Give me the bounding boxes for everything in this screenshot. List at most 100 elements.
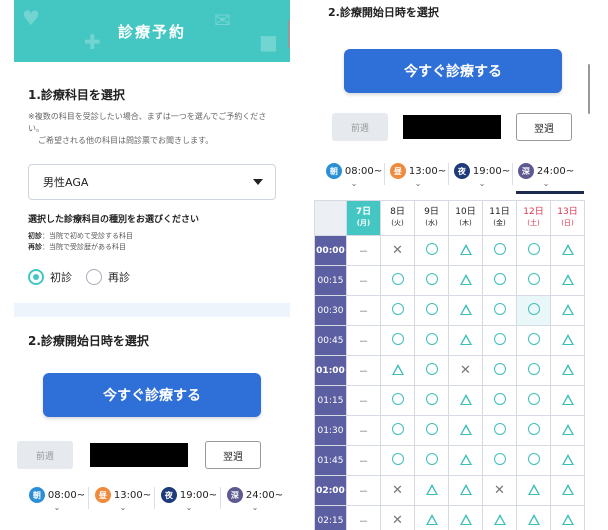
day-header[interactable]: 12日 (土): [516, 200, 551, 236]
slot-cell[interactable]: [380, 325, 415, 356]
scrollbar[interactable]: [588, 64, 590, 114]
slot-cell[interactable]: [380, 265, 415, 296]
slot-cell[interactable]: [448, 265, 483, 296]
slot-cell[interactable]: [448, 505, 483, 530]
slot-cell[interactable]: [380, 295, 415, 326]
slot-cell[interactable]: [482, 235, 517, 266]
prev-week-button[interactable]: 前週: [332, 113, 388, 141]
radio-revisit[interactable]: 再診: [86, 269, 130, 285]
chevron-down-icon: ⌄: [542, 179, 550, 188]
slot-cell[interactable]: [414, 505, 449, 530]
slot-cell[interactable]: [380, 385, 415, 416]
slot-cell[interactable]: [516, 295, 551, 326]
slot-cell[interactable]: [448, 445, 483, 476]
time-tab[interactable]: 深 24:00~ ⌄: [220, 487, 288, 512]
slot-cell[interactable]: [516, 325, 551, 356]
day-header[interactable]: 11日 (金): [482, 200, 517, 236]
time-tab[interactable]: 夜 19:00~ ⌄: [448, 163, 514, 188]
slot-cell[interactable]: [550, 325, 585, 356]
slot-cell: ✕: [448, 355, 483, 386]
time-tab[interactable]: 昼 13:00~ ⌄: [88, 487, 156, 512]
radio-first-visit[interactable]: 初診: [28, 269, 72, 285]
slot-cell[interactable]: [550, 265, 585, 296]
radio-checked-icon[interactable]: [28, 269, 44, 285]
slot-cell[interactable]: [414, 475, 449, 506]
slot-cell[interactable]: [516, 475, 551, 506]
time-tab-time: 19:00~: [179, 489, 218, 501]
day-header[interactable]: 13日 (日): [550, 200, 585, 236]
slot-cell[interactable]: [516, 445, 551, 476]
day-header[interactable]: 7日 (月): [346, 200, 381, 236]
kind-re-desc: ：当院で受診歴がある科目: [42, 243, 126, 251]
next-week-button[interactable]: 翌週: [205, 441, 261, 469]
triangle-few-icon: [459, 333, 472, 345]
visit-kind-radios: 初診 再診: [28, 269, 276, 285]
slot-cell[interactable]: [482, 415, 517, 446]
day-header[interactable]: 9日 (水): [414, 200, 449, 236]
slot-cell[interactable]: [516, 235, 551, 266]
slot-cell[interactable]: [516, 355, 551, 386]
slot-cell[interactable]: [414, 265, 449, 296]
slot-cell[interactable]: [550, 505, 585, 530]
slot-cell[interactable]: [482, 505, 517, 530]
slot-cell[interactable]: [516, 265, 551, 296]
table-row: 00:45 －: [314, 325, 585, 356]
slot-cell: －: [346, 415, 381, 446]
day-header[interactable]: 8日 (火): [380, 200, 415, 236]
slot-cell[interactable]: [482, 265, 517, 296]
slot-cell[interactable]: [516, 415, 551, 446]
slot-cell[interactable]: [550, 355, 585, 386]
time-tab[interactable]: 深 24:00~ ⌄: [512, 163, 584, 194]
slot-cell[interactable]: [550, 445, 585, 476]
slot-cell[interactable]: [550, 295, 585, 326]
slot-cell[interactable]: [448, 475, 483, 506]
slot-cell[interactable]: [448, 295, 483, 326]
slot-cell[interactable]: [414, 445, 449, 476]
slot-cell[interactable]: [448, 385, 483, 416]
time-tab[interactable]: 朝 08:00~ ⌄: [322, 163, 386, 188]
slot-cell[interactable]: [550, 415, 585, 446]
slot-cell[interactable]: [380, 355, 415, 386]
time-tab[interactable]: 朝 08:00~ ⌄: [24, 487, 90, 512]
slot-cell[interactable]: [414, 235, 449, 266]
scrollbar[interactable]: [288, 20, 290, 48]
slot-cell[interactable]: [414, 325, 449, 356]
consult-now-button[interactable]: 今すぐ診療する: [43, 373, 261, 417]
slot-cell[interactable]: [414, 295, 449, 326]
slot-cell[interactable]: [380, 445, 415, 476]
day-of-week: (日): [561, 219, 574, 227]
slot-cell[interactable]: [550, 235, 585, 266]
slot-cell[interactable]: [482, 355, 517, 386]
dash-icon: －: [358, 247, 369, 258]
consult-now-button[interactable]: 今すぐ診療する: [344, 49, 562, 93]
slot-cell[interactable]: [414, 385, 449, 416]
time-badge: 朝: [28, 487, 45, 503]
circle-available-icon: [527, 273, 540, 285]
slot-cell[interactable]: [414, 415, 449, 446]
time-tab[interactable]: 夜 19:00~ ⌄: [154, 487, 222, 512]
slot-cell[interactable]: [482, 295, 517, 326]
time-tab[interactable]: 昼 13:00~ ⌄: [384, 163, 450, 188]
radio-unchecked-icon[interactable]: [86, 269, 102, 285]
slot-cell[interactable]: [448, 415, 483, 446]
slot-cell[interactable]: [482, 445, 517, 476]
slot-cell[interactable]: [516, 385, 551, 416]
slot-cell[interactable]: [380, 415, 415, 446]
left-panel: ♥ ✚ ✉ ■ 診療予約 1.診療科目を選択 ※複数の科目を受診したい場合、まず…: [14, 0, 290, 530]
slot-cell[interactable]: [448, 325, 483, 356]
slot-cell[interactable]: [448, 235, 483, 266]
next-week-button[interactable]: 翌週: [516, 113, 572, 141]
slot-cell[interactable]: [482, 325, 517, 356]
slot-cell[interactable]: [550, 475, 585, 506]
time-badge: 深: [517, 163, 534, 179]
triangle-few-icon: [561, 483, 574, 495]
circle-available-icon: [493, 243, 506, 255]
slot-cell[interactable]: [414, 355, 449, 386]
day-header[interactable]: 10日 (木): [448, 200, 483, 236]
prev-week-button[interactable]: 前週: [17, 441, 73, 469]
slot-cell[interactable]: [550, 385, 585, 416]
slot-cell[interactable]: [516, 505, 551, 530]
redacted-week-label: [90, 443, 188, 467]
subject-select[interactable]: 男性AGA: [28, 164, 276, 200]
slot-cell[interactable]: [482, 385, 517, 416]
